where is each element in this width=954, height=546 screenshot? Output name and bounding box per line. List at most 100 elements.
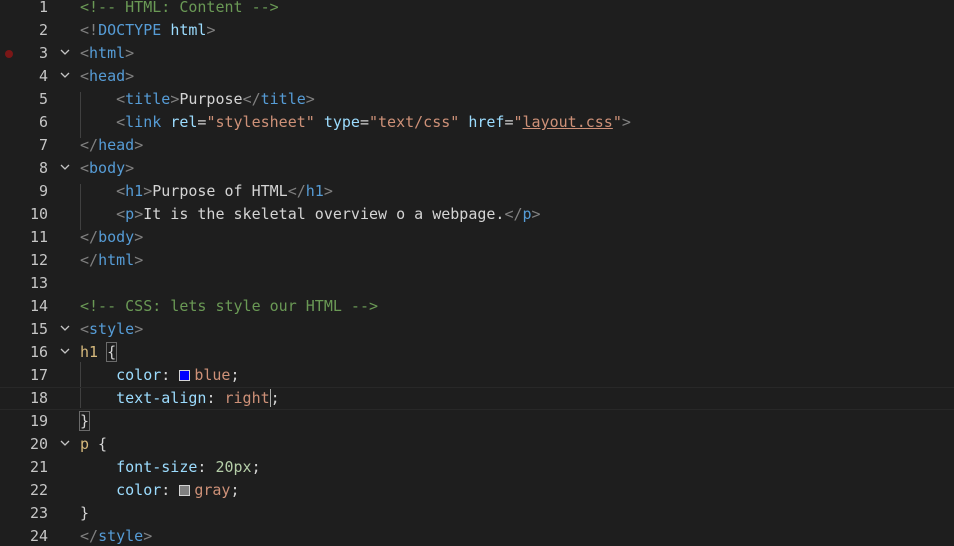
code-line[interactable]: 12 </html> (0, 249, 954, 272)
line-number: 5 (38, 90, 48, 108)
line-code[interactable]: <head> (80, 65, 134, 88)
code-token: </ (80, 228, 99, 246)
line-number: 24 (29, 527, 48, 545)
code-token: h1 (80, 343, 99, 361)
code-token: body (98, 228, 135, 246)
code-line[interactable]: 23} (0, 502, 954, 525)
code-line[interactable]: 18 text-align: right; (0, 387, 954, 410)
line-code[interactable]: </style> (80, 525, 152, 546)
line-number: 20 (29, 435, 48, 453)
code-line[interactable]: 17 color: blue; (0, 364, 954, 387)
code-line[interactable]: 5 <title>Purpose</title> (0, 88, 954, 111)
line-number: 15 (29, 320, 48, 338)
fold-chevron-down-icon[interactable] (58, 318, 72, 341)
line-number: 16 (29, 343, 48, 361)
code-editor[interactable]: 1 <!-- HTML: Content --> 2 <!DOCTYPE html> 3… (0, 0, 954, 546)
code-token: > (134, 205, 144, 223)
code-token: < (80, 320, 90, 338)
line-code[interactable]: <html> (80, 42, 134, 65)
code-token: 20px (215, 458, 252, 476)
code-line[interactable]: 22 color: gray; (0, 479, 954, 502)
code-line[interactable]: 11 </body> (0, 226, 954, 249)
line-number: 4 (38, 67, 48, 85)
fold-chevron-down-icon[interactable] (58, 42, 72, 65)
code-token: <!-- CSS: lets style our HTML --> (80, 297, 379, 315)
line-number: 2 (38, 21, 48, 39)
code-line[interactable]: 7 </head> (0, 134, 954, 157)
line-code[interactable]: text-align: right; (80, 388, 280, 409)
color-swatch-blue[interactable] (179, 370, 191, 381)
code-line[interactable]: 3 <html> (0, 42, 954, 65)
line-code[interactable]: p { (80, 433, 107, 456)
line-code[interactable]: <style> (80, 318, 143, 341)
line-code[interactable]: </html> (80, 249, 143, 272)
fold-chevron-down-icon[interactable] (58, 341, 72, 364)
line-number: 12 (29, 251, 48, 269)
line-code[interactable]: font-size: 20px; (80, 456, 261, 479)
code-line[interactable]: 1 <!-- HTML: Content --> (0, 0, 954, 19)
code-token: Purpose of HTML (152, 182, 288, 200)
code-token: type (323, 113, 360, 131)
code-token: href (468, 113, 505, 131)
code-line[interactable]: 19} (0, 410, 954, 433)
code-line[interactable]: 13 (0, 272, 954, 295)
line-code[interactable]: <body> (80, 157, 134, 180)
code-line[interactable]: 15 <style> (0, 318, 954, 341)
line-code[interactable]: <!-- CSS: lets style our HTML --> (80, 295, 378, 318)
code-token: : (161, 481, 180, 499)
code-token: > (323, 182, 333, 200)
code-token: > (143, 182, 153, 200)
code-token: </ (504, 205, 523, 223)
code-line[interactable]: 4 <head> (0, 65, 954, 88)
code-line[interactable]: 10 <p>It is the skeletal overview o a we… (0, 203, 954, 226)
code-token: <! (80, 21, 99, 39)
code-line[interactable]: 2 <!DOCTYPE html> (0, 19, 954, 42)
code-token: style (89, 320, 135, 338)
line-code[interactable]: </head> (80, 134, 143, 157)
line-code[interactable]: color: gray; (80, 479, 240, 502)
line-code[interactable]: h1 { (80, 341, 118, 364)
line-code[interactable]: <!DOCTYPE html> (80, 19, 215, 42)
code-token: > (134, 136, 144, 154)
fold-chevron-down-icon[interactable] (58, 65, 72, 88)
code-token: ; (230, 481, 240, 499)
line-code[interactable]: color: blue; (80, 364, 239, 387)
code-line[interactable]: 9 <h1>Purpose of HTML</h1> (0, 180, 954, 203)
code-token: < (116, 113, 126, 131)
code-token: = (504, 113, 514, 131)
code-line[interactable]: 20 p { (0, 433, 954, 456)
line-code[interactable]: <link rel="stylesheet" type="text/css" h… (80, 111, 631, 134)
line-number: 1 (38, 0, 48, 16)
fold-chevron-down-icon[interactable] (58, 157, 72, 180)
line-code[interactable]: } (80, 502, 89, 525)
code-token: </ (242, 90, 261, 108)
fold-chevron-down-icon[interactable] (58, 433, 72, 456)
code-line[interactable]: 14 <!-- CSS: lets style our HTML --> (0, 295, 954, 318)
line-code[interactable]: <p>It is the skeletal overview o a webpa… (80, 203, 540, 226)
line-code[interactable]: </body> (80, 226, 143, 249)
line-code[interactable]: <!-- HTML: Content --> (80, 0, 279, 19)
line-number: 19 (29, 412, 48, 430)
code-line[interactable]: 24 </style> (0, 525, 954, 546)
code-token: > (134, 228, 144, 246)
line-code[interactable]: <title>Purpose</title> (80, 88, 315, 111)
color-swatch-gray[interactable] (179, 485, 191, 496)
line-number: 6 (38, 113, 48, 131)
line-code[interactable]: } (78, 410, 91, 433)
code-token: h1 (125, 182, 144, 200)
code-line[interactable]: 8 <body> (0, 157, 954, 180)
code-token: > (125, 159, 135, 177)
line-number: 9 (38, 182, 48, 200)
code-line[interactable]: 16 h1 { (0, 341, 954, 364)
code-token: h1 (305, 182, 324, 200)
code-line[interactable]: 6 <link rel="stylesheet" type="text/css"… (0, 111, 954, 134)
line-code[interactable]: <h1>Purpose of HTML</h1> (80, 180, 333, 203)
code-line[interactable]: 21 font-size: 20px; (0, 456, 954, 479)
